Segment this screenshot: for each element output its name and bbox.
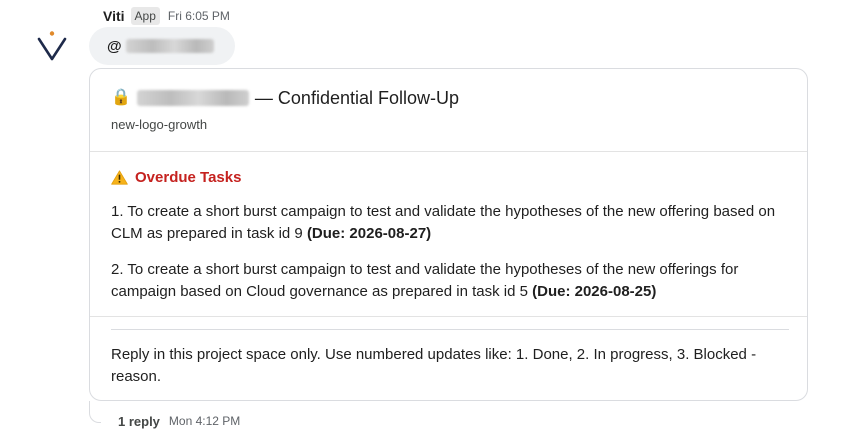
thread-summary[interactable]: 1 reply Mon 4:12 PM	[118, 412, 240, 430]
task-text: 1. To create a short burst campaign to t…	[111, 203, 776, 242]
lock-icon: 🔒	[111, 89, 131, 106]
task-item: 2. To create a short burst campaign to t…	[111, 259, 791, 303]
section-divider	[90, 316, 807, 317]
task-due-date: (Due: 2026-08-25)	[532, 283, 657, 300]
card-title-text: — Confidential Follow-Up	[254, 87, 460, 108]
app-badge: App	[130, 7, 160, 25]
message-header: Viti App Fri 6:05 PM	[103, 6, 230, 26]
task-item: 1. To create a short burst campaign to t…	[111, 201, 791, 245]
last-reply-time: Mon 4:12 PM	[168, 414, 241, 428]
task-due-date: (Due: 2026-08-27)	[306, 225, 432, 242]
mention-at-sign: @	[107, 37, 122, 55]
message-card: 🔒 — Confidential Follow-Up new-logo-grow…	[89, 68, 808, 401]
redacted-name	[136, 90, 249, 106]
card-subtitle: new-logo-growth	[111, 117, 208, 132]
card-title: 🔒 — Confidential Follow-Up	[111, 86, 459, 110]
message-timestamp: Fri 6:05 PM	[167, 9, 230, 23]
mention-chip[interactable]: @	[89, 27, 235, 65]
section-header: Overdue Tasks	[111, 167, 241, 187]
viti-logo-icon[interactable]	[36, 30, 68, 62]
sender-name[interactable]: Viti	[103, 8, 125, 24]
warning-icon	[111, 169, 128, 185]
thread-connector	[89, 401, 101, 423]
card-header: 🔒 — Confidential Follow-Up new-logo-grow…	[90, 69, 807, 152]
section-title: Overdue Tasks	[135, 168, 242, 186]
reply-count-link[interactable]: 1 reply	[118, 414, 160, 429]
redacted-name	[125, 39, 214, 53]
horizontal-rule	[111, 329, 789, 330]
chat-message: Viti App Fri 6:05 PM @ 🔒 — Confidential …	[0, 0, 855, 436]
reply-instructions: Reply in this project space only. Use nu…	[111, 346, 757, 385]
